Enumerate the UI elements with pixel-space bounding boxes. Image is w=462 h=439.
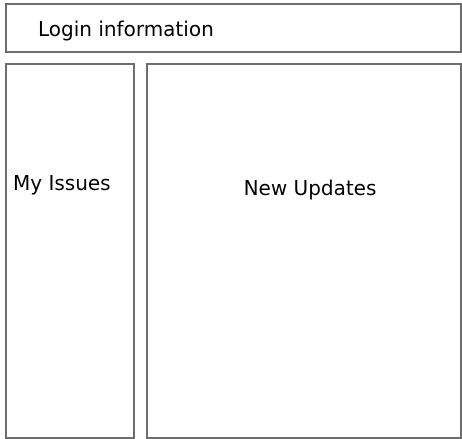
my-issues-panel: My Issues xyxy=(5,63,135,439)
my-issues-label: My Issues xyxy=(13,171,111,195)
new-updates-label: New Updates xyxy=(243,176,377,200)
login-information-panel: Login information xyxy=(5,3,462,53)
new-updates-panel: New Updates xyxy=(146,63,462,439)
login-information-label: Login information xyxy=(38,17,214,41)
